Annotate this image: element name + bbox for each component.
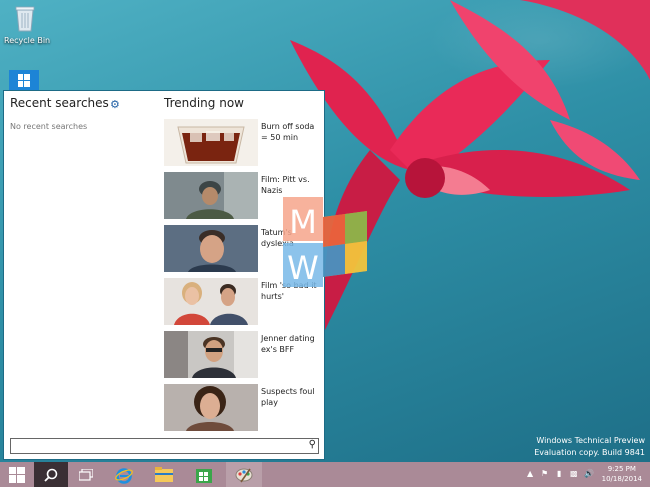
trending-item-text: Burn off soda = 50 min	[261, 122, 315, 142]
mw-logo-icon: M W	[283, 197, 367, 287]
search-taskbar-button[interactable]	[34, 462, 68, 487]
soda-thumbnail-icon	[164, 119, 258, 166]
network-icon[interactable]: ▩	[570, 469, 578, 478]
trending-now-title: Trending now	[164, 96, 244, 110]
man-thumbnail-icon	[164, 331, 258, 378]
recycle-bin-shortcut[interactable]: Recycle Bin	[4, 4, 51, 45]
task-view-icon	[79, 468, 93, 481]
windows-app-icon	[9, 70, 39, 92]
file-explorer-button[interactable]	[148, 462, 180, 487]
recent-searches-title: Recent searches	[10, 96, 109, 110]
film-thumbnail-icon	[164, 172, 258, 219]
trending-item-text: Suspects foul play	[261, 387, 315, 407]
taskbar	[0, 462, 650, 487]
trending-item-text: Jenner dating ex's BFF	[261, 334, 315, 354]
clock-date: 10/18/2014	[601, 475, 642, 483]
couple-thumbnail-icon	[164, 278, 258, 325]
watermark-line-2: Evaluation copy. Build 9841	[534, 448, 645, 457]
portrait-thumbnail-icon	[164, 225, 258, 272]
store-icon	[196, 468, 212, 483]
chevron-up-icon[interactable]: ▲	[527, 469, 533, 478]
evaluation-watermark: Windows Technical Preview Evaluation cop…	[534, 435, 645, 459]
folder-icon	[155, 467, 173, 482]
woman-thumbnail-icon	[164, 384, 258, 431]
recycle-bin-label: Recycle Bin	[4, 36, 51, 45]
no-recent-searches-text: No recent searches	[10, 122, 88, 131]
paint-button[interactable]	[226, 462, 262, 487]
store-button[interactable]	[188, 462, 220, 487]
trending-item-text: Film: Pitt vs. Nazis	[261, 175, 310, 195]
trending-item[interactable]: Jenner dating ex's BFF	[164, 331, 324, 379]
gear-icon[interactable]: ⚙	[110, 98, 120, 111]
windows-logo-icon	[9, 466, 25, 483]
flag-icon[interactable]: ⚑	[541, 469, 548, 478]
clock-time: 9:25 PM	[607, 465, 636, 473]
logo-letter-m: M	[289, 203, 317, 241]
paint-icon	[235, 468, 253, 482]
search-icon[interactable]: ⚲	[309, 439, 316, 450]
logo-letter-w: W	[287, 249, 319, 287]
search-input[interactable]: ⚲	[10, 438, 319, 454]
task-view-button[interactable]	[70, 462, 102, 487]
trending-item[interactable]: Burn off soda = 50 min	[164, 119, 324, 167]
trending-item[interactable]: Suspects foul play	[164, 384, 324, 432]
internet-explorer-button[interactable]	[108, 462, 140, 487]
volume-icon[interactable]: 🔊	[584, 469, 594, 478]
internet-explorer-icon	[115, 467, 133, 484]
battery-icon[interactable]: ▮	[557, 469, 561, 478]
recycle-bin-icon	[15, 6, 35, 32]
search-panel: Recent searches ⚙ No recent searches Tre…	[3, 90, 325, 460]
watermark-line-1: Windows Technical Preview	[536, 436, 645, 445]
search-icon	[44, 468, 58, 482]
start-button[interactable]	[0, 462, 34, 487]
clock[interactable]: 9:25 PM 10/18/2014	[602, 464, 642, 484]
